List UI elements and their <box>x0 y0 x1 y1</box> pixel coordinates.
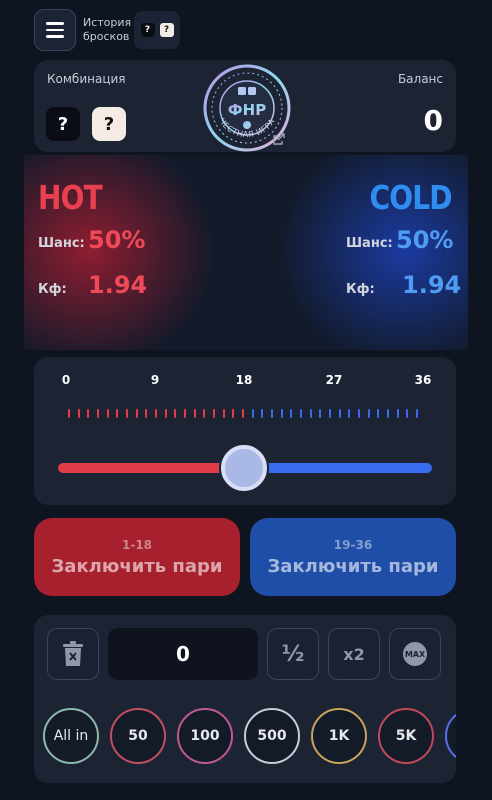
bet-chip[interactable]: 50 <box>110 708 166 764</box>
history-dice-button[interactable]: ? ? <box>134 11 180 49</box>
scale-label-9: 9 <box>150 373 160 387</box>
bet-cold-range: 19-36 <box>333 538 373 552</box>
bet-cold-label: Заключить пари <box>267 556 439 577</box>
range-slider-card: 0 9 18 27 36 <box>34 357 456 505</box>
cold-coef-value: 1.94 <box>402 271 462 299</box>
bet-amount-input[interactable]: 0 <box>108 628 258 680</box>
hot-coef-value: 1.94 <box>88 271 148 299</box>
scale-label-0: 0 <box>61 373 71 387</box>
slider-tick <box>387 409 389 418</box>
hot-coef-label: Кф: <box>38 282 67 297</box>
slider-tick <box>396 409 399 418</box>
scale-label-36: 36 <box>414 373 432 387</box>
slider-track-hot[interactable] <box>58 463 246 473</box>
bet-chip[interactable]: 5K <box>378 708 434 764</box>
slider-tick <box>338 409 341 418</box>
slider-tick <box>348 409 351 418</box>
slider-tick <box>261 409 264 418</box>
external-link-icon[interactable] <box>272 132 286 146</box>
cold-title: COLD <box>369 178 453 217</box>
half-amount-button[interactable]: ½ <box>267 628 319 680</box>
bet-hot-label: Заключить пари <box>51 556 223 577</box>
top-bar: История бросков ? ? <box>0 0 492 60</box>
history-die-light: ? <box>159 23 174 37</box>
bet-chip-partial[interactable] <box>445 708 456 764</box>
combination-die-dark: ? <box>46 107 80 141</box>
slider-tick <box>184 409 186 418</box>
slider-tick <box>222 409 225 418</box>
slider-tick <box>329 409 331 418</box>
hot-chance-value: 50% <box>88 226 146 254</box>
hot-chance-label: Шанс: <box>38 236 85 251</box>
slider-tick <box>358 409 360 418</box>
slider-ticks <box>62 409 422 423</box>
bet-cold-button[interactable]: 19-36 Заключить пари <box>250 518 456 596</box>
slider-tick <box>203 409 206 418</box>
slider-tick <box>367 409 370 418</box>
slider-tick <box>106 409 109 418</box>
slider-tick <box>300 409 302 418</box>
double-amount-button[interactable]: x2 <box>328 628 380 680</box>
slider-track-cold[interactable] <box>246 463 432 473</box>
slider-tick <box>232 409 235 418</box>
slider-tick <box>87 409 90 418</box>
trash-icon <box>63 641 83 666</box>
bet-chip[interactable]: 1K <box>311 708 367 764</box>
history-label[interactable]: История бросков <box>83 16 133 44</box>
slider-tick <box>116 409 119 418</box>
slider-tick <box>280 409 283 418</box>
bet-chip[interactable]: All in <box>43 708 99 764</box>
slider-tick <box>68 409 70 418</box>
combination-label: Комбинация <box>47 72 126 86</box>
slider-tick <box>290 409 293 418</box>
slider-tick <box>377 409 380 418</box>
cold-coef-label: Кф: <box>346 282 375 297</box>
bet-chip[interactable]: 500 <box>244 708 300 764</box>
menu-icon <box>46 20 64 40</box>
slider-tick <box>309 409 312 418</box>
menu-button[interactable] <box>34 9 76 51</box>
slider-tick <box>213 409 215 418</box>
balance-value: 0 <box>423 104 443 137</box>
max-amount-button[interactable]: MAX <box>389 628 441 680</box>
cold-chance-value: 50% <box>396 226 454 254</box>
hot-title: HOT <box>38 178 103 217</box>
slider-tick <box>251 409 254 418</box>
slider-tick <box>416 409 418 418</box>
slider-tick <box>319 409 322 418</box>
slider-thumb[interactable] <box>221 445 267 491</box>
max-label: MAX <box>403 642 427 666</box>
slider-tick <box>145 409 148 418</box>
slider-tick <box>164 409 167 418</box>
slider-tick <box>174 409 177 418</box>
slider-tick <box>126 409 128 418</box>
clear-amount-button[interactable] <box>47 628 99 680</box>
slider-tick <box>271 409 273 418</box>
history-die-dark: ? <box>140 23 155 37</box>
cold-chance-label: Шанс: <box>346 236 393 251</box>
slider-tick <box>155 409 157 418</box>
scale-label-18: 18 <box>235 373 253 387</box>
slider-tick <box>77 409 80 418</box>
slider-tick <box>406 409 409 418</box>
bet-chip[interactable]: 100 <box>177 708 233 764</box>
seal-abbr: ФНР <box>228 101 266 119</box>
slider-tick <box>193 409 196 418</box>
balance-label: Баланс <box>397 72 443 86</box>
bet-hot-range: 1-18 <box>121 538 153 552</box>
bet-amount-card: 0 ½ x2 MAX All in 50 100 500 1K 5K <box>34 615 456 783</box>
bet-hot-button[interactable]: 1-18 Заключить пари <box>34 518 240 596</box>
scale-label-27: 27 <box>325 373 343 387</box>
slider-tick <box>97 409 99 418</box>
slider-tick <box>135 409 138 418</box>
slider-tick <box>242 409 244 418</box>
combination-die-light: ? <box>92 107 126 141</box>
